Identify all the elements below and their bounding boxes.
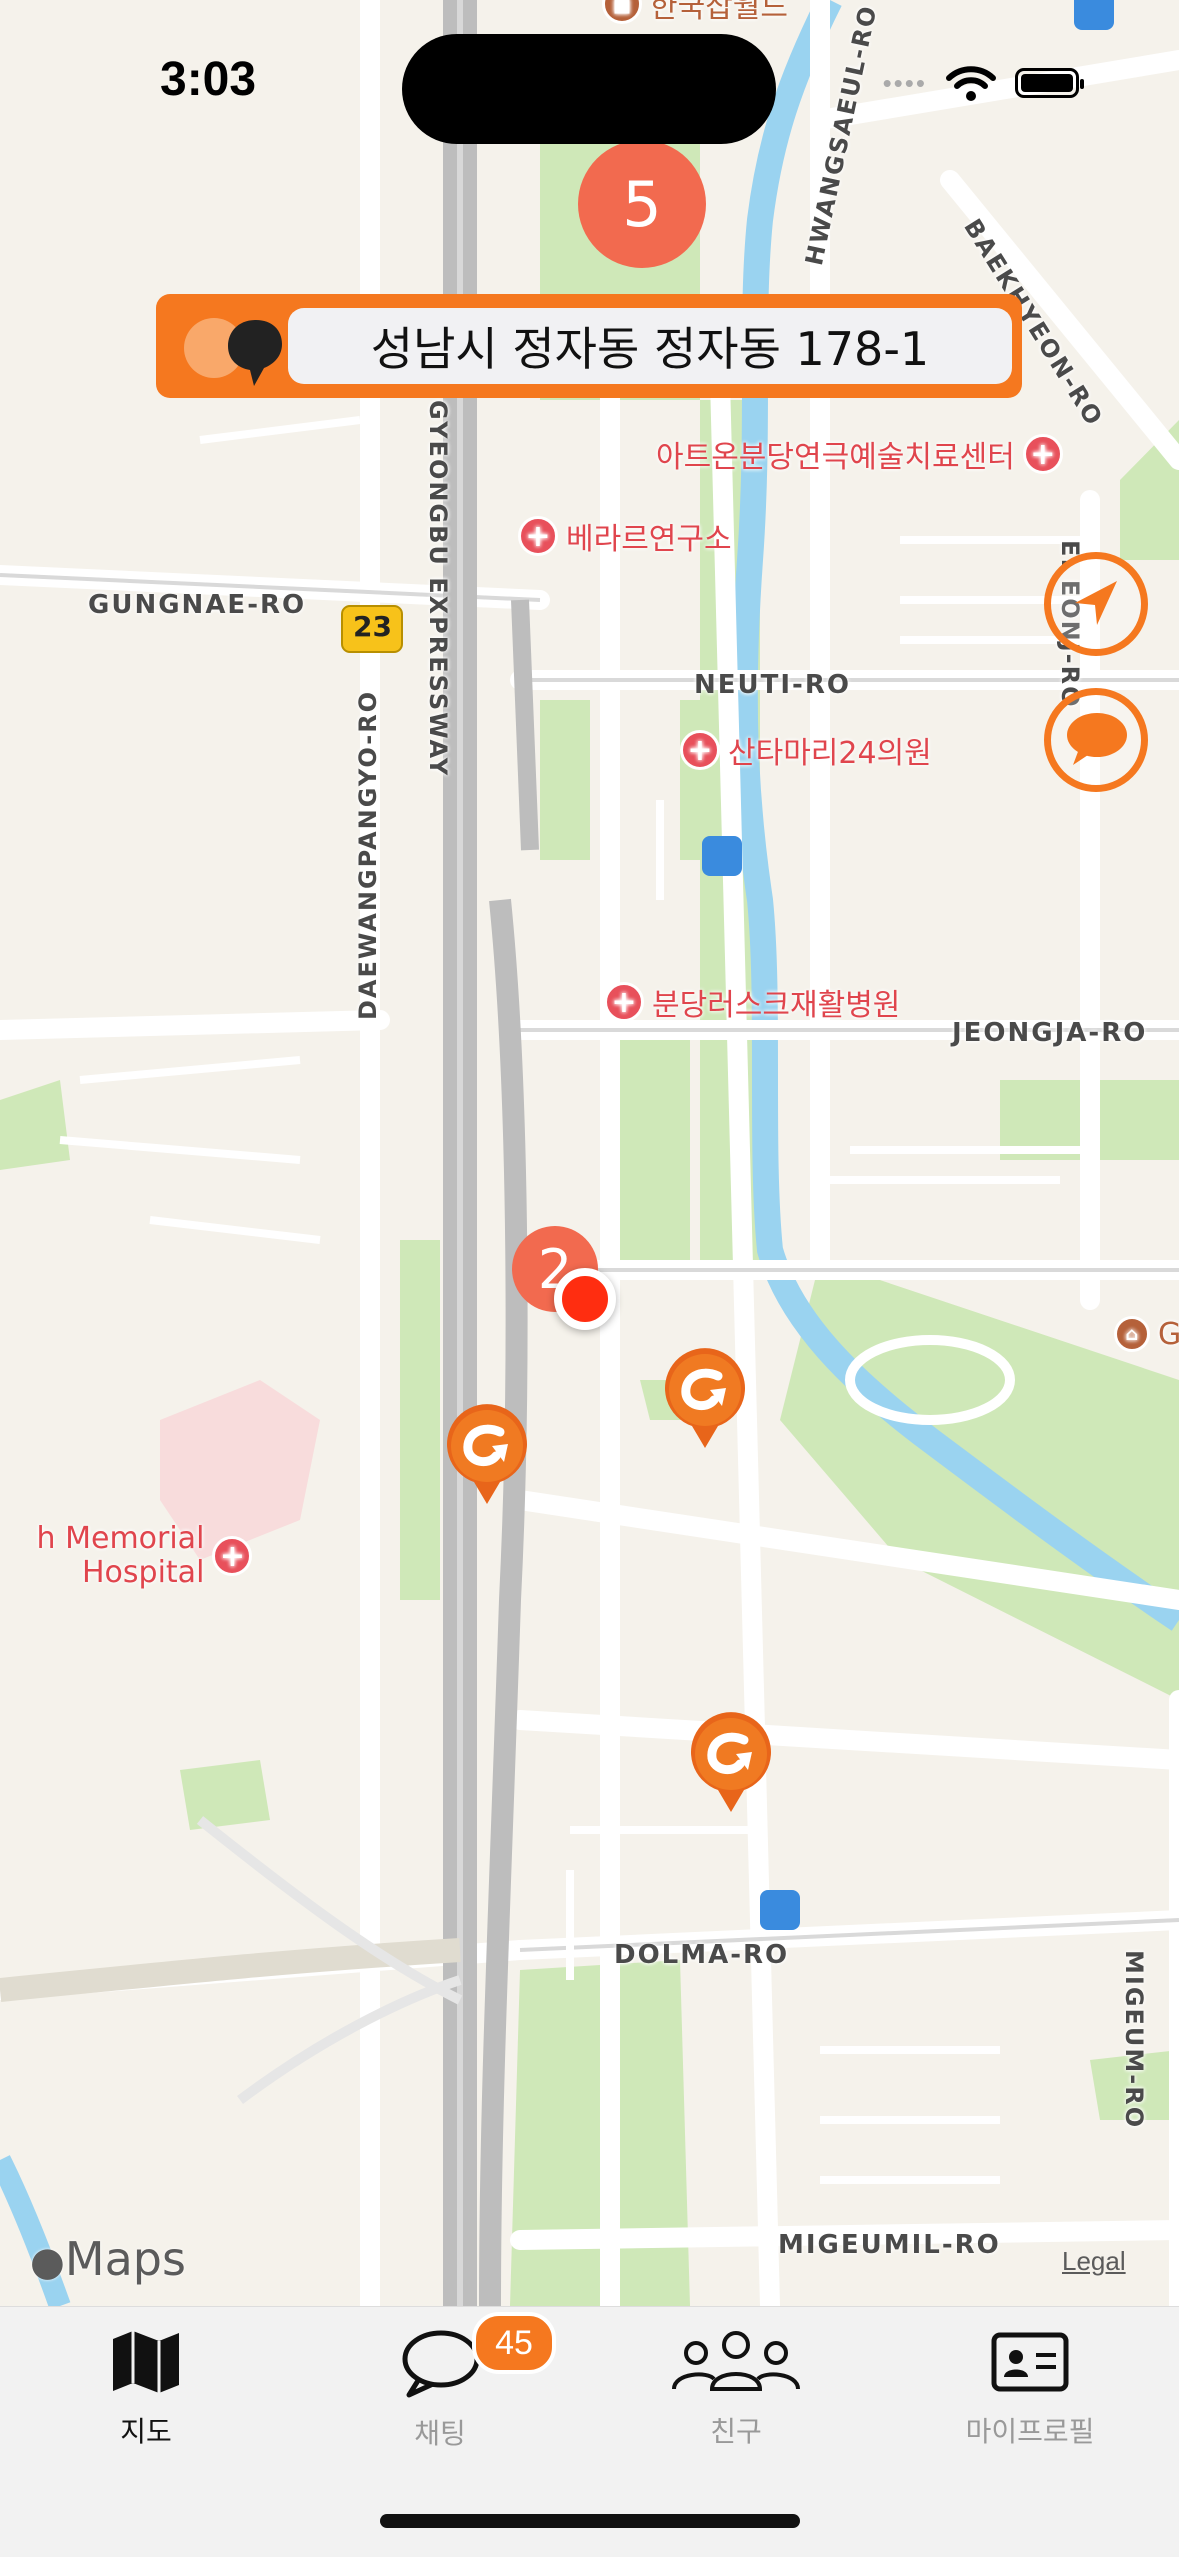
signal-dots-icon: •••• <box>882 67 927 98</box>
road-label-migeum: MIGEUM-RO <box>1120 1950 1148 2130</box>
museum-icon: ⌂ <box>1114 1316 1150 1352</box>
battery-icon <box>1015 68 1084 98</box>
chat-unread-badge: 45 <box>472 2312 556 2374</box>
poi-memorial-hospital[interactable]: h Memorial Hospital + <box>0 1521 253 1590</box>
poi-berar-label: 베라르연구소 <box>566 522 732 557</box>
profile-card-icon <box>991 2332 1069 2392</box>
poi-bundang-rusk-hospital[interactable]: + 분당러스크재활병원 <box>604 980 900 1024</box>
status-icons: •••• <box>882 64 1084 102</box>
cluster-marker-top[interactable]: 5 <box>578 140 706 268</box>
apple-logo-icon: ● <box>30 2239 65 2285</box>
road-label-dolma: DOLMA-RO <box>614 1940 790 1970</box>
route-23-shield: 23 <box>353 610 392 643</box>
poi-g-label: G <box>1158 1316 1179 1352</box>
chat-bubble-icon <box>1067 713 1127 765</box>
poi-memorial-line2: Hospital <box>82 1555 205 1590</box>
road-label-migeumil: MIGEUMIL-RO <box>778 2230 1001 2260</box>
app-logo-icon <box>184 318 282 386</box>
poi-memorial-line1: h Memorial <box>36 1521 205 1556</box>
status-time: 3:03 <box>160 53 257 106</box>
hospital-plus-icon: + <box>212 1536 253 1576</box>
legal-link[interactable]: Legal <box>1062 2246 1126 2277</box>
address-bar[interactable]: 성남시 정자동 정자동 178-1 <box>156 294 1022 398</box>
hospital-plus-icon: + <box>604 982 644 1022</box>
tab-chat-label: 채팅 <box>414 2417 466 2450</box>
tab-friends-label: 친구 <box>710 2415 762 2448</box>
road-label-jeongja: JEONGJA-RO <box>952 1018 1148 1048</box>
poi-rusk-label: 분당러스크재활병원 <box>652 988 901 1023</box>
maps-attribution-text: Maps <box>64 2232 186 2286</box>
home-indicator <box>380 2514 800 2528</box>
tab-profile[interactable]: 마이프로필 <box>930 2327 1130 2450</box>
tab-map-label: 지도 <box>120 2415 172 2448</box>
road-label-gungnae: GUNGNAE-RO <box>88 590 307 620</box>
location-arrow-icon <box>1075 581 1117 625</box>
friends-icon <box>672 2331 800 2391</box>
tab-map[interactable]: 지도 <box>46 2327 246 2450</box>
poi-arton-center[interactable]: 아트온분당연극예술치료센터 + <box>656 432 1063 476</box>
apple-maps-attribution: ●Maps <box>30 2232 186 2286</box>
wifi-icon <box>946 66 996 101</box>
tab-friends[interactable]: 친구 <box>636 2327 836 2450</box>
poi-berar-lab[interactable]: + 베라르연구소 <box>518 514 732 558</box>
user-pin-marker[interactable] <box>442 1402 532 1506</box>
poi-jobworld[interactable]: ▪ 한국잡월드 <box>602 0 788 26</box>
poi-santamari-clinic[interactable]: + 산타마리24의원 <box>680 728 932 772</box>
user-pin-marker[interactable] <box>660 1346 750 1450</box>
chat-shortcut-button[interactable] <box>1044 688 1148 792</box>
poi-g[interactable]: ⌂ G <box>1114 1316 1179 1352</box>
hospital-plus-icon: + <box>1022 434 1063 474</box>
chat-bubble-icon <box>402 2330 480 2398</box>
address-text[interactable]: 성남시 정자동 정자동 178-1 <box>288 308 1012 384</box>
map-icon <box>113 2331 179 2393</box>
poi-santamari-label: 산타마리24의원 <box>728 736 932 771</box>
road-label-gyeongbu: GYEONGBU EXPRESSWAY <box>424 400 452 778</box>
current-location-dot <box>554 1268 616 1330</box>
road-label-daewangpangyo: DAEWANGPANGYO-RO <box>354 689 382 1020</box>
hospital-plus-icon: + <box>680 730 720 770</box>
locate-me-button[interactable] <box>1044 552 1148 656</box>
poi-jobworld-label: 한국잡월드 <box>650 0 788 25</box>
poi-arton-label: 아트온분당연극예술치료센터 <box>656 440 1015 475</box>
poi-memorial-label: h Memorial Hospital <box>0 1521 205 1590</box>
hospital-plus-icon: + <box>518 516 558 556</box>
user-pin-marker[interactable] <box>686 1710 776 1814</box>
road-label-neuti: NEUTI-RO <box>694 670 851 700</box>
dynamic-island <box>402 34 776 144</box>
building-icon: ▪ <box>602 0 642 24</box>
tab-profile-label: 마이프로필 <box>965 2415 1095 2448</box>
